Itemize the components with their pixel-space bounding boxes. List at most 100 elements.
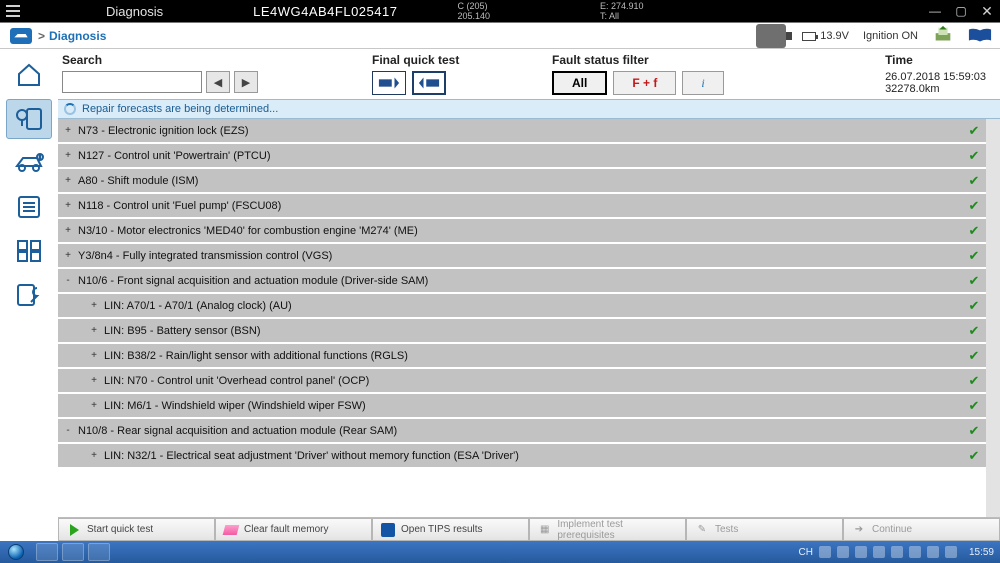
- ecu-row[interactable]: +A80 - Shift module (ISM)✔: [58, 169, 986, 194]
- maximize-icon[interactable]: ▢: [948, 0, 974, 22]
- nav-vehicle[interactable]: !: [6, 143, 52, 183]
- ecu-row[interactable]: + LIN: N70 - Control unit 'Overhead contr…: [58, 369, 986, 394]
- os-taskbar: CH 15:59: [0, 541, 1000, 563]
- battery-icon: [802, 32, 816, 41]
- odometer: 32278.0km: [885, 83, 986, 95]
- menu-icon[interactable]: [0, 5, 26, 17]
- nav-home[interactable]: [6, 55, 52, 95]
- quick-test-out-button[interactable]: [412, 71, 446, 95]
- time-label: Time: [885, 53, 986, 67]
- ecu-row[interactable]: +LIN: A70/1 - A70/1 (Analog clock) (AU)✔: [58, 294, 986, 319]
- system-tray: CH 15:59: [799, 546, 1000, 558]
- tray-icon[interactable]: [855, 546, 867, 558]
- tray-icon[interactable]: [819, 546, 831, 558]
- breadcrumb: > Diagnosis 13.9V Ignition ON: [0, 23, 1000, 49]
- nav-rail: !: [0, 49, 58, 541]
- search-prev-button[interactable]: ◀: [206, 71, 230, 93]
- quick-test-in-button[interactable]: [372, 71, 406, 95]
- crumb-diagnosis[interactable]: Diagnosis: [49, 29, 106, 43]
- tray-icon[interactable]: [927, 546, 939, 558]
- nav-list[interactable]: [6, 187, 52, 227]
- filter-bar: Search ◀ ▶ Final quick test Fault sta: [58, 49, 1000, 99]
- nav-grid[interactable]: [6, 231, 52, 271]
- minimize-icon[interactable]: —: [922, 0, 948, 22]
- filter-i-button[interactable]: i: [682, 71, 723, 95]
- open-tips-button[interactable]: Open TIPS results: [372, 518, 529, 541]
- taskbar-item[interactable]: [36, 543, 58, 561]
- ecu-name: LIN: B95 - Battery sensor (BSN): [104, 325, 962, 337]
- ecu-row[interactable]: +LIN: B95 - Battery sensor (BSN)✔: [58, 319, 986, 344]
- extra-info: E: 274.910T: All: [600, 1, 644, 21]
- search-next-button[interactable]: ▶: [234, 71, 258, 93]
- filter-all-button[interactable]: All: [552, 71, 607, 95]
- expand-icon[interactable]: -: [62, 425, 74, 436]
- manual-icon[interactable]: [968, 27, 992, 46]
- status-ok-icon: ✔: [962, 123, 986, 139]
- ecu-name: N10/8 - Rear signal acquisition and actu…: [78, 425, 962, 437]
- status-ok-icon: ✔: [962, 148, 986, 164]
- tray-lang[interactable]: CH: [799, 547, 813, 558]
- expand-icon[interactable]: +: [88, 325, 100, 336]
- tests-button[interactable]: ✎Tests: [686, 518, 843, 541]
- nav-diagnosis[interactable]: [6, 99, 52, 139]
- ecu-row[interactable]: -N10/6 - Front signal acquisition and ac…: [58, 269, 986, 294]
- ecu-name: N73 - Electronic ignition lock (EZS): [78, 125, 962, 137]
- print-icon[interactable]: [932, 25, 954, 48]
- expand-icon[interactable]: +: [62, 250, 74, 261]
- ecu-row[interactable]: -N10/8 - Rear signal acquisition and act…: [58, 419, 986, 444]
- expand-icon[interactable]: +: [62, 200, 74, 211]
- tray-clock[interactable]: 15:59: [969, 547, 994, 558]
- status-ok-icon: ✔: [962, 298, 986, 314]
- expand-icon[interactable]: +: [88, 300, 100, 311]
- expand-icon[interactable]: -: [62, 275, 74, 286]
- tray-icon[interactable]: [891, 546, 903, 558]
- close-icon[interactable]: ✕: [974, 0, 1000, 22]
- expand-icon[interactable]: +: [62, 175, 74, 186]
- expand-icon[interactable]: +: [88, 350, 100, 361]
- start-quick-test-button[interactable]: Start quick test: [58, 518, 215, 541]
- windows-orb-icon: [8, 544, 24, 560]
- quick-test-label: Final quick test: [372, 53, 552, 67]
- ecu-row[interactable]: +Y3/8n4 - Fully integrated transmission …: [58, 244, 986, 269]
- ecu-list[interactable]: +N73 - Electronic ignition lock (EZS)✔+N…: [58, 119, 1000, 517]
- expand-icon[interactable]: +: [62, 225, 74, 236]
- crumb-sep: >: [38, 29, 45, 43]
- ecu-row[interactable]: + N127 - Control unit 'Powertrain' (PTCU)…: [58, 144, 986, 169]
- tray-icon[interactable]: [837, 546, 849, 558]
- clear-fault-memory-button[interactable]: Clear fault memory: [215, 518, 372, 541]
- expand-icon[interactable]: +: [88, 375, 100, 386]
- ecu-row[interactable]: + N73 - Electronic ignition lock (EZS)✔: [58, 119, 986, 144]
- filter-ff-button[interactable]: F + f: [613, 71, 676, 95]
- expand-icon[interactable]: +: [62, 125, 74, 136]
- ecu-name: N127 - Control unit 'Powertrain' (PTCU): [78, 150, 962, 162]
- tray-icon[interactable]: [909, 546, 921, 558]
- ecu-row[interactable]: + N3/10 - Motor electronics 'MED40' for c…: [58, 219, 986, 244]
- taskbar-item[interactable]: [62, 543, 84, 561]
- banner-text: Repair forecasts are being determined...: [82, 103, 278, 115]
- nav-tools[interactable]: [6, 275, 52, 315]
- timestamp: 26.07.2018 15:59:03: [885, 71, 986, 83]
- ecu-name: LIN: N32/1 - Electrical seat adjustment …: [104, 450, 962, 462]
- spinner-icon: [64, 103, 76, 115]
- ecu-name: N3/10 - Motor electronics 'MED40' for co…: [78, 225, 962, 237]
- ecu-name: LIN: N70 - Control unit 'Overhead contro…: [104, 375, 962, 387]
- ecu-row[interactable]: +N118 - Control unit 'Fuel pump' (FSCU08…: [58, 194, 986, 219]
- status-ok-icon: ✔: [962, 173, 986, 189]
- status-ok-icon: ✔: [962, 423, 986, 439]
- ecu-row[interactable]: + LIN: N32/1 - Electrical seat adjustment…: [58, 444, 986, 469]
- status-ok-icon: ✔: [962, 273, 986, 289]
- action-toolbar: Start quick test Clear fault memory Open…: [58, 517, 1000, 541]
- ecu-row[interactable]: +LIN: B38/2 - Rain/light sensor with add…: [58, 344, 986, 369]
- expand-icon[interactable]: +: [88, 400, 100, 411]
- expand-icon[interactable]: +: [88, 450, 100, 461]
- continue-button[interactable]: ➔Continue: [843, 518, 1000, 541]
- expand-icon[interactable]: +: [62, 150, 74, 161]
- status-ok-icon: ✔: [962, 223, 986, 239]
- tray-icon[interactable]: [873, 546, 885, 558]
- test-prerequisites-button[interactable]: ▦Implement test prerequisites: [529, 518, 686, 541]
- ecu-row[interactable]: +LIN: M6/1 - Windshield wiper (Windshiel…: [58, 394, 986, 419]
- start-button[interactable]: [0, 541, 32, 563]
- taskbar-item[interactable]: [88, 543, 110, 561]
- tray-icon[interactable]: [945, 546, 957, 558]
- search-input[interactable]: [62, 71, 202, 93]
